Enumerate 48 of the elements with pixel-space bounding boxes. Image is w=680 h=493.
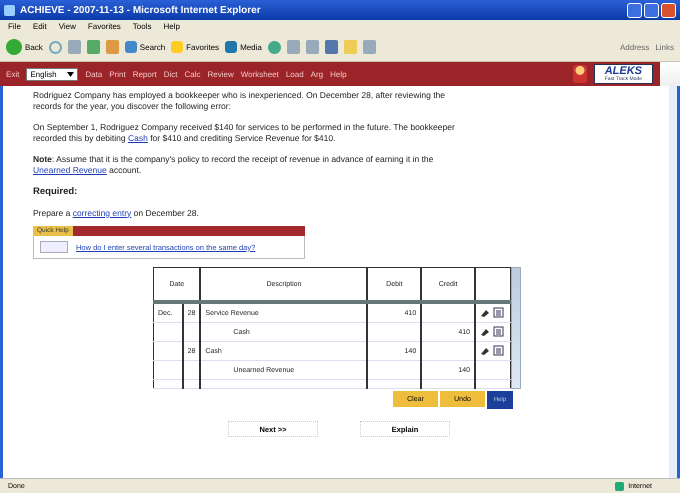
nav-link[interactable]: Print bbox=[109, 70, 126, 78]
search-button[interactable]: Search bbox=[124, 41, 166, 53]
exit-link[interactable]: Exit bbox=[6, 70, 20, 78]
close-button[interactable] bbox=[661, 2, 676, 18]
task-text: Prepare a correcting entry on December 28. bbox=[33, 208, 200, 220]
menu-item[interactable]: Help bbox=[163, 22, 180, 31]
nav-link[interactable]: Help bbox=[330, 70, 347, 78]
window-title: ACHIEVE - 2007-11-13 - Microsoft Internet Explorer bbox=[20, 4, 262, 16]
account-link[interactable]: Unearned Revenue bbox=[33, 165, 107, 176]
table-cell bbox=[182, 322, 200, 342]
nav-link[interactable]: Calc bbox=[184, 70, 201, 78]
back-button[interactable]: Back bbox=[6, 39, 43, 55]
entry-link[interactable]: correcting entry bbox=[72, 208, 132, 218]
note-text: Note: Assume that it is the company's policy to record the receipt of revenue in advance of earning it in the Unearned Revenue account. bbox=[33, 154, 434, 177]
menu-item[interactable]: Favorites bbox=[88, 22, 121, 31]
scrollbar[interactable] bbox=[511, 267, 521, 390]
user-icon bbox=[572, 65, 587, 83]
favorites-button[interactable]: Favorites bbox=[171, 41, 220, 53]
language-select[interactable]: English bbox=[26, 68, 78, 80]
table-cell bbox=[421, 342, 476, 361]
maximize-button[interactable] bbox=[644, 2, 659, 18]
links-label[interactable]: Links bbox=[655, 42, 674, 52]
row-tools-icon[interactable] bbox=[480, 344, 506, 356]
menu-item[interactable]: Edit bbox=[32, 22, 47, 31]
nav-link[interactable]: Review bbox=[208, 70, 234, 78]
browser-icon bbox=[4, 4, 15, 16]
minimize-button[interactable] bbox=[627, 2, 642, 18]
row-tools-icon[interactable] bbox=[480, 326, 506, 337]
menu-item[interactable]: Tools bbox=[132, 22, 152, 31]
row-tools-icon[interactable] bbox=[480, 306, 506, 318]
nav-link[interactable]: Load bbox=[286, 70, 304, 78]
nav-link[interactable]: Dict bbox=[164, 70, 178, 78]
nav-link[interactable]: Report bbox=[132, 70, 157, 78]
table-cell bbox=[367, 322, 422, 342]
dropdown-caret-icon[interactable] bbox=[67, 72, 74, 76]
media-button[interactable]: Media bbox=[225, 41, 262, 53]
nav-link[interactable]: Data bbox=[85, 70, 102, 78]
menu-item[interactable]: View bbox=[58, 22, 76, 31]
page-scrollbar[interactable] bbox=[669, 86, 677, 478]
problem-text: Rodriguez Company has employed a bookkeeper who is inexperienced. On December 28, after reviewing the records for the year, you discover the following error: bbox=[33, 90, 446, 113]
required-heading: Required: bbox=[33, 186, 78, 199]
table-cell bbox=[421, 302, 476, 323]
nav-link[interactable]: Worksheet bbox=[240, 70, 279, 78]
cash-link[interactable]: Cash bbox=[128, 133, 148, 144]
menu-item[interactable]: File bbox=[8, 22, 21, 31]
nav-link[interactable]: Arg bbox=[310, 70, 324, 78]
problem-text: On September 1, Rodriguez Company received $140 for services to be performed in the future. The bookkeeper recorded this by debiting Cash for $410 and crediting Service Revenue for $410. bbox=[33, 122, 456, 145]
address-label[interactable]: Address bbox=[620, 42, 650, 52]
